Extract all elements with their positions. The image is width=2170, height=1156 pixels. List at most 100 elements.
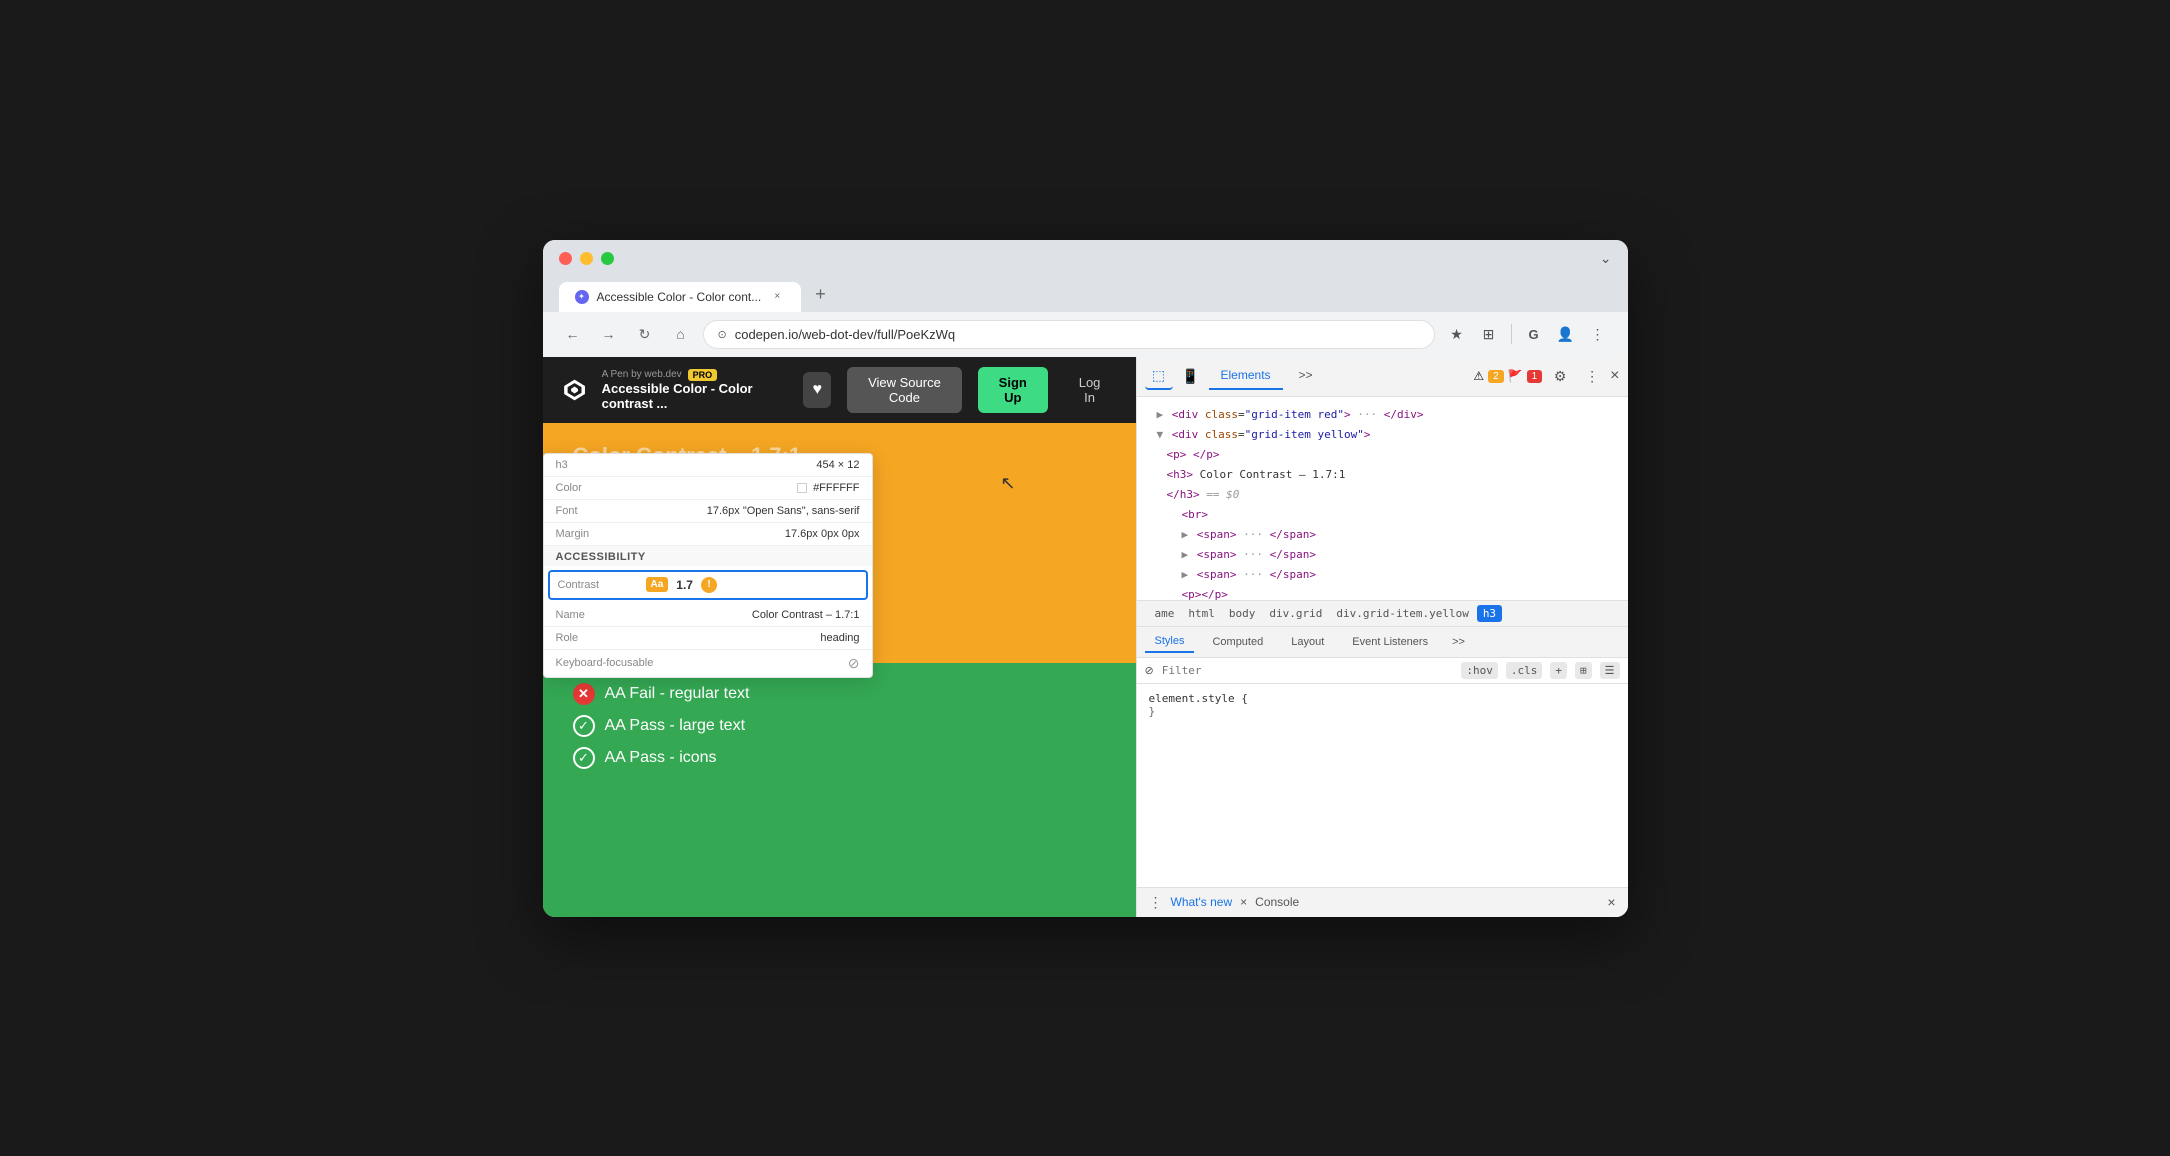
inspector-name-row: Name Color Contrast – 1.7:1 (544, 604, 872, 627)
breadcrumb-body[interactable]: body (1223, 605, 1262, 622)
more-options-button[interactable]: ⋮ (1584, 320, 1612, 348)
color-swatch (797, 483, 807, 493)
extensions-button[interactable]: ⊞ (1475, 320, 1503, 348)
maximize-window-button[interactable] (601, 252, 614, 265)
chevron-down-icon[interactable]: ⌄ (1600, 250, 1612, 267)
html-line-h3-open[interactable]: <h3> Color Contrast – 1.7:1 (1137, 465, 1628, 485)
breadcrumb-bar: ame html body div.grid div.grid-item.yel… (1137, 600, 1628, 627)
aa-badge: Aa (646, 577, 669, 592)
chrome-titlebar: ⌄ ✦ Accessible Color - Color cont... × + (543, 240, 1628, 312)
breadcrumb-ame[interactable]: ame (1149, 605, 1181, 622)
breadcrumb-divgrid[interactable]: div.grid (1263, 605, 1328, 622)
devtools-warnings: ⚠ 2 🚩 1 (1473, 369, 1542, 383)
devtools-settings-button[interactable]: ⚙ (1546, 362, 1574, 390)
filter-add[interactable]: + (1550, 662, 1567, 679)
filter-input[interactable] (1162, 664, 1454, 677)
expand-arrow-span2[interactable]: ▶ (1182, 548, 1189, 561)
aa-pass-large-label: AA Pass - large text (605, 717, 746, 735)
bookmark-button[interactable]: ★ (1443, 320, 1471, 348)
back-button[interactable]: ← (559, 320, 587, 348)
filter-computed-sidebar[interactable]: ☰ (1600, 662, 1620, 679)
new-tab-button[interactable]: + (803, 277, 838, 312)
view-source-button[interactable]: View Source Code (847, 367, 962, 413)
close-window-button[interactable] (559, 252, 572, 265)
html-line-span1[interactable]: ▶ <span> ··· </span> (1137, 525, 1628, 545)
inspect-element-button[interactable]: ⬚ (1145, 362, 1173, 390)
html-line-p-empty[interactable]: <p></p> (1137, 585, 1628, 600)
filter-hov[interactable]: :hov (1461, 662, 1498, 679)
pen-title: Accessible Color - Color contrast ... (602, 381, 772, 411)
html-line-span2[interactable]: ▶ <span> ··· </span> (1137, 545, 1628, 565)
pass-icon-large: ✓ (573, 715, 595, 737)
html-line-red[interactable]: ▶ <div class="grid-item red"> ··· </div> (1137, 405, 1628, 425)
styles-content: element.style { } (1137, 684, 1628, 887)
more-options-dot: ⋮ (1149, 894, 1163, 911)
breadcrumb-html[interactable]: html (1182, 605, 1221, 622)
devtools-panel: ⬚ 📱 Elements >> ⚠ 2 🚩 1 ⚙ ⋮ × ▶ (1136, 357, 1628, 917)
fail-icon: ✕ (573, 683, 595, 705)
expand-arrow-yellow[interactable]: ▼ (1157, 428, 1164, 441)
expand-arrow-red[interactable]: ▶ (1157, 408, 1164, 421)
bottom-close-button[interactable]: × (1607, 894, 1615, 910)
filter-cls[interactable]: .cls (1506, 662, 1543, 679)
more-tabs-button[interactable]: >> (1287, 362, 1325, 390)
forward-button[interactable]: → (595, 320, 623, 348)
computed-tab[interactable]: Computed (1202, 632, 1273, 652)
more-style-tabs[interactable]: >> (1446, 632, 1471, 652)
warning-count-badge: 2 (1488, 370, 1504, 383)
aa-fail-label: AA Fail - regular text (605, 685, 750, 703)
tab-close-button[interactable]: × (769, 289, 785, 305)
layout-tab[interactable]: Layout (1281, 632, 1334, 652)
minimize-window-button[interactable] (580, 252, 593, 265)
breadcrumb-h3[interactable]: h3 (1477, 605, 1502, 622)
yellow-section: Color Contrast – 1.7:1 ↖ h3 454 × 12 Col… (543, 423, 1136, 663)
event-listeners-tab[interactable]: Event Listeners (1342, 632, 1438, 652)
elements-tab[interactable]: Elements (1209, 362, 1283, 390)
green-section: ✕ AA Fail - regular text ✓ AA Pass - lar… (543, 663, 1136, 917)
inspector-keyboard-row: Keyboard-focusable ⊘ (544, 650, 872, 677)
aa-pass-icons-result: ✓ AA Pass - icons (573, 747, 1106, 769)
error-count-badge: 1 (1527, 370, 1543, 383)
warning-icon-triangle: ⚠ (1473, 369, 1484, 383)
device-toolbar-button[interactable]: 📱 (1177, 362, 1205, 390)
signup-button[interactable]: Sign Up (978, 367, 1048, 413)
error-icon: 🚩 (1508, 369, 1523, 383)
profile-button[interactable]: 👤 (1552, 320, 1580, 348)
heart-button[interactable]: ♥ (803, 372, 831, 408)
styles-tab[interactable]: Styles (1145, 631, 1195, 653)
aa-fail-result: ✕ AA Fail - regular text (573, 683, 1106, 705)
html-line-br[interactable]: <br> (1137, 505, 1628, 525)
browser-content: A Pen by web.dev PRO Accessible Color - … (543, 357, 1628, 917)
demo-area: Color Contrast – 1.7:1 ↖ h3 454 × 12 Col… (543, 423, 1136, 917)
devtools-more-button[interactable]: ⋮ (1578, 362, 1606, 390)
whats-new-close-button[interactable]: × (1240, 895, 1247, 909)
google-icon-button[interactable]: G (1520, 320, 1548, 348)
heart-icon: ♥ (812, 381, 822, 399)
html-line-p[interactable]: <p> </p> (1137, 445, 1628, 465)
refresh-button[interactable]: ↻ (631, 320, 659, 348)
address-bar[interactable]: ⊙ codepen.io/web-dot-dev/full/PoeKzWq (703, 320, 1435, 349)
whats-new-button[interactable]: What's new (1171, 895, 1233, 909)
inspector-contrast-row: Contrast Aa 1.7 ! (548, 570, 868, 600)
filter-new-style[interactable]: ⊞ (1575, 662, 1592, 679)
expand-arrow-span3[interactable]: ▶ (1182, 568, 1189, 581)
active-tab[interactable]: ✦ Accessible Color - Color cont... × (559, 282, 802, 312)
console-button[interactable]: Console (1255, 895, 1299, 909)
breadcrumb-divgrid-yellow[interactable]: div.grid-item.yellow (1330, 605, 1474, 622)
inspector-font-row: Font 17.6px "Open Sans", sans-serif (544, 500, 872, 523)
home-button[interactable]: ⌂ (667, 320, 695, 348)
devtools-close-button[interactable]: × (1610, 367, 1619, 385)
keyboard-focusable-icon: ⊘ (848, 655, 860, 671)
security-icon: ⊙ (718, 328, 727, 341)
inspector-popup: h3 454 × 12 Color #FFFFFF Font (543, 453, 873, 678)
webpage: A Pen by web.dev PRO Accessible Color - … (543, 357, 1136, 917)
filter-icon: ⊘ (1145, 664, 1154, 677)
toolbar-divider (1511, 324, 1512, 344)
html-line-yellow-open[interactable]: ▼ <div class="grid-item yellow"> (1137, 425, 1628, 445)
inspector-margin-row: Margin 17.6px 0px 0px (544, 523, 872, 546)
aa-pass-large-result: ✓ AA Pass - large text (573, 715, 1106, 737)
html-line-h3-close[interactable]: </h3> == $0 (1137, 485, 1628, 505)
expand-arrow-span1[interactable]: ▶ (1182, 528, 1189, 541)
html-line-span3[interactable]: ▶ <span> ··· </span> (1137, 565, 1628, 585)
login-button[interactable]: Log In (1064, 367, 1116, 413)
